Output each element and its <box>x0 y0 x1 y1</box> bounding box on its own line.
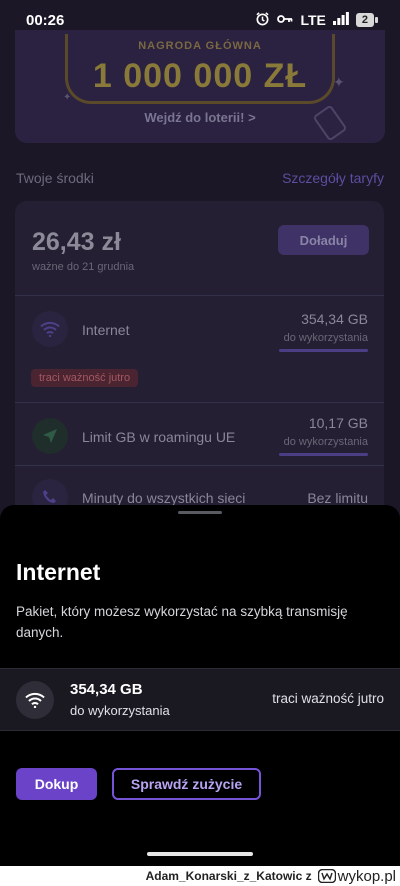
watermark-user: Adam_Konarski_z_Katowic z <box>145 869 312 883</box>
roaming-row-label[interactable]: Limit GB w roamingu UE <box>82 429 235 445</box>
internet-bottom-sheet: Internet Pakiet, który możesz wykorzysta… <box>0 505 400 866</box>
internet-row-value: 354,34 GB <box>301 311 368 327</box>
balance-validity: ważne do 21 grudnia <box>32 261 135 273</box>
internet-usage-bar <box>279 349 368 352</box>
sparkle-icon: ✦ <box>63 92 72 103</box>
divider <box>15 465 384 466</box>
sheet-description: Pakiet, który możesz wykorzystać na szyb… <box>16 604 348 640</box>
internet-row-label[interactable]: Internet <box>82 322 129 338</box>
battery-icon: 2 <box>355 13 378 27</box>
package-expiry: traci ważność jutro <box>272 691 384 706</box>
wifi-icon <box>32 311 68 347</box>
minutes-row-label[interactable]: Minuty do wszystkich sieci <box>82 490 245 506</box>
banner-prize: 1 000 000 ZŁ <box>92 57 308 95</box>
check-usage-button[interactable]: Sprawdź zużycie <box>112 768 261 800</box>
expiry-warning-chip: traci ważność jutro <box>31 369 139 387</box>
sparkle-icon: ✦ <box>333 74 345 90</box>
funds-card: 26,43 zł ważne do 21 grudnia Doładuj Int… <box>15 201 384 521</box>
watermark-site: wykop.pl <box>337 867 396 885</box>
lottery-banner[interactable]: NAGRODA GŁÓWNA 1 000 000 ZŁ Wejdź do lot… <box>15 30 385 143</box>
data-package-item: 354,34 GB do wykorzystania traci ważność… <box>0 668 400 731</box>
balance-amount: 26,43 zł <box>32 228 121 256</box>
network-label: LTE <box>300 12 326 28</box>
status-icons: LTE 2 <box>255 11 378 29</box>
banner-eyebrow: NAGRODA GŁÓWNA <box>138 40 262 52</box>
divider <box>15 295 384 296</box>
plane-icon <box>32 418 68 454</box>
buy-more-button[interactable]: Dokup <box>16 768 97 800</box>
alarm-icon <box>255 11 270 29</box>
wykop-logo-icon <box>317 869 336 883</box>
sheet-drag-handle[interactable] <box>178 511 222 514</box>
battery-level: 2 <box>355 13 374 27</box>
signal-icon <box>332 12 349 28</box>
tariff-details-link[interactable]: Szczegóły taryfy <box>282 170 384 186</box>
watermark-logo: wykop.pl <box>317 867 396 885</box>
sheet-title: Internet <box>16 559 101 585</box>
roaming-row-value: 10,17 GB <box>308 415 368 431</box>
key-icon <box>277 12 293 28</box>
divider <box>15 402 384 403</box>
roaming-usage-bar <box>279 453 368 456</box>
minutes-row-value: Bez limitu <box>307 490 368 506</box>
watermark-bar: Adam_Konarski_z_Katowic z wykop.pl <box>0 866 400 886</box>
internet-row-sub: do wykorzystania <box>283 332 368 344</box>
funds-section-title: Twoje środki <box>16 170 94 186</box>
status-bar: 00:26 LTE 2 <box>0 0 400 40</box>
topup-button[interactable]: Doładuj <box>278 225 369 255</box>
home-indicator[interactable] <box>147 852 253 856</box>
status-time: 00:26 <box>26 11 65 29</box>
wifi-icon <box>16 681 54 719</box>
package-amount: 354,34 GB <box>70 681 143 698</box>
package-sub: do wykorzystania <box>70 703 170 718</box>
roaming-row-sub: do wykorzystania <box>283 436 368 448</box>
